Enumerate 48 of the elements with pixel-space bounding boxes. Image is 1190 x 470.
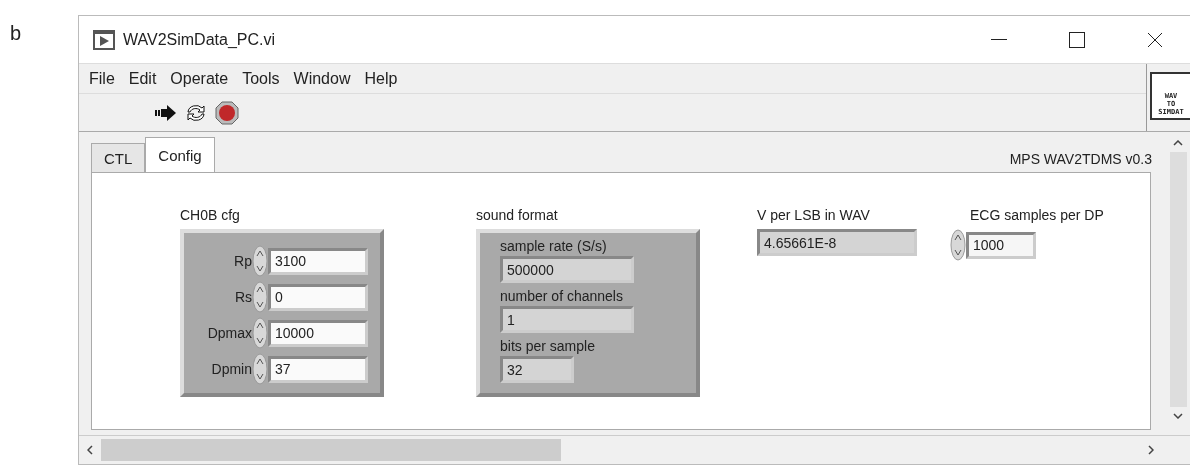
menu-item[interactable]: Tools bbox=[242, 69, 280, 88]
control-label: Rs bbox=[233, 289, 252, 305]
control-label: Dpmax bbox=[206, 325, 252, 341]
spinner-arrows-icon[interactable] bbox=[252, 317, 268, 349]
numeric-input-field[interactable]: 3100 bbox=[268, 247, 368, 275]
play-window-icon bbox=[93, 29, 115, 50]
scroll-down-icon[interactable] bbox=[1173, 413, 1183, 419]
control-label: Dpmin bbox=[210, 361, 252, 377]
version-label: MPS WAV2TDMS v0.3 bbox=[1009, 151, 1152, 167]
close-icon bbox=[1147, 31, 1163, 48]
menu-item[interactable]: Operate bbox=[170, 69, 229, 88]
numeric-input-field[interactable]: 37 bbox=[268, 355, 368, 383]
scroll-up-icon[interactable] bbox=[1173, 140, 1183, 146]
run-arrow-icon[interactable] bbox=[155, 103, 177, 122]
maximize-icon bbox=[1069, 31, 1085, 48]
indicator-label: V per LSB in WAV bbox=[757, 207, 871, 223]
numeric-indicator: 4.65661E-8 bbox=[757, 229, 917, 256]
numeric-indicator: 1 bbox=[500, 306, 634, 333]
control-label: Rp bbox=[233, 253, 252, 269]
menu-item[interactable]: Help bbox=[364, 69, 398, 88]
cluster-title: sound format bbox=[476, 207, 559, 223]
numeric-indicator: 500000 bbox=[500, 256, 634, 283]
scroll-left-icon[interactable] bbox=[87, 445, 93, 455]
abort-stop-icon[interactable] bbox=[215, 100, 239, 125]
spinner-arrows-icon[interactable] bbox=[252, 353, 268, 385]
minimize-icon bbox=[991, 38, 1007, 41]
spinner-arrows-icon[interactable] bbox=[950, 229, 966, 261]
menu-item[interactable]: Edit bbox=[128, 69, 157, 88]
indicator-label: bits per sample bbox=[500, 338, 596, 354]
window-title: WAV2SimData_PC.vi bbox=[123, 30, 277, 49]
run-continuously-icon[interactable] bbox=[185, 102, 207, 123]
scroll-right-icon[interactable] bbox=[1148, 445, 1154, 455]
indicator-label: number of channels bbox=[500, 288, 624, 304]
spinner-arrows-icon[interactable] bbox=[252, 245, 268, 277]
numeric-indicator: 32 bbox=[500, 356, 574, 383]
tab[interactable]: CTL bbox=[91, 143, 146, 172]
spinner-arrows-icon[interactable] bbox=[252, 281, 268, 313]
numeric-input-field[interactable]: 10000 bbox=[268, 319, 368, 347]
control-label: ECG samples per DP bbox=[970, 207, 1105, 223]
menu-item[interactable]: File bbox=[89, 69, 115, 88]
numeric-input-field[interactable]: 1000 bbox=[966, 231, 1036, 259]
tab[interactable]: Config bbox=[145, 137, 215, 172]
menu-item[interactable]: Window bbox=[293, 69, 351, 88]
cluster-title: CH0B cfg bbox=[180, 207, 241, 223]
indicator-label: sample rate (S/s) bbox=[500, 238, 608, 254]
numeric-input-field[interactable]: 0 bbox=[268, 283, 368, 311]
panel-label: b bbox=[9, 21, 23, 46]
scrollbar-thumb[interactable] bbox=[101, 439, 561, 461]
